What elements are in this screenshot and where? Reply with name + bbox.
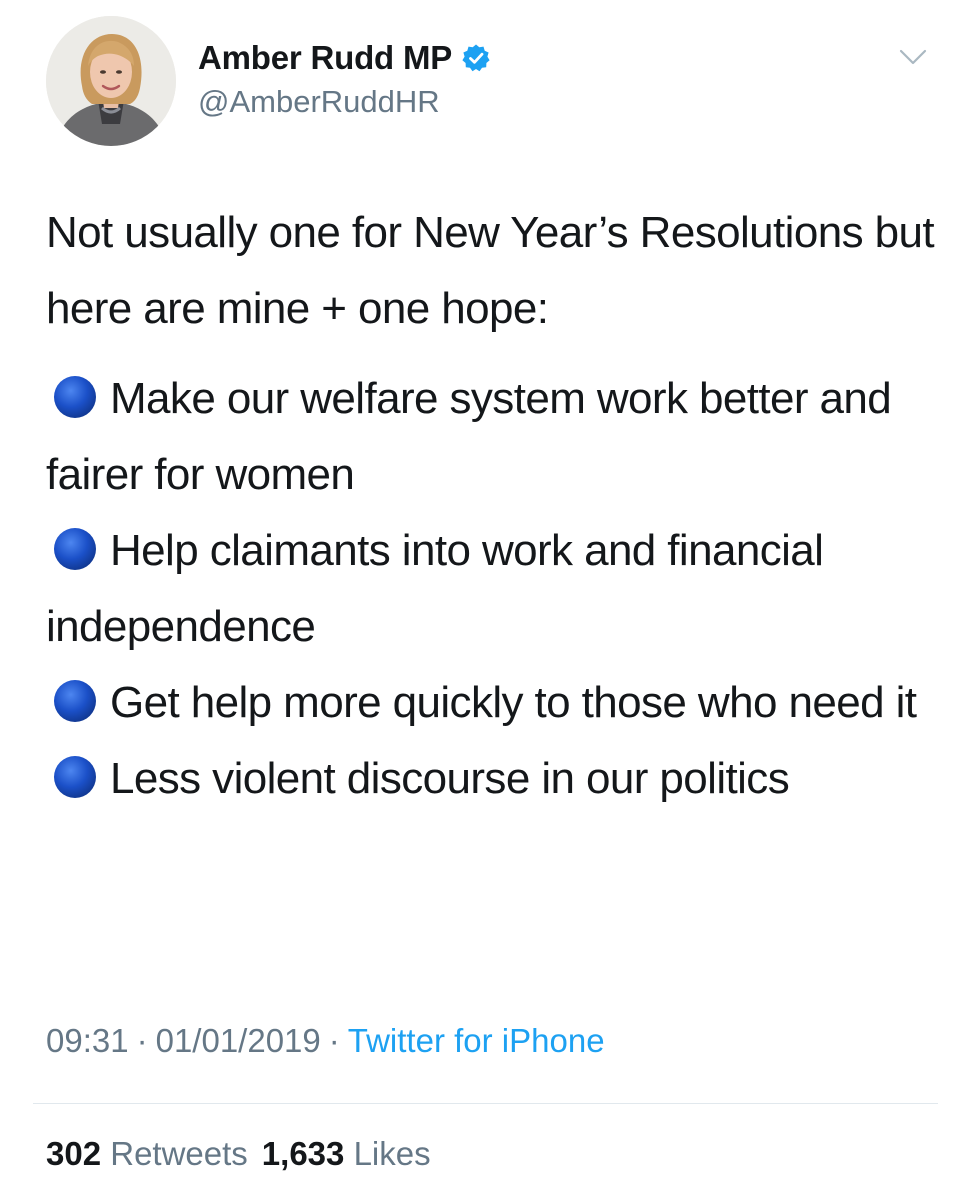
retweets-label: Retweets [110,1135,248,1172]
resolution-text: Make our welfare system work better and … [46,374,892,499]
resolution-item: Less violent discourse in our politics [46,741,936,817]
display-name-row: Amber Rudd MP [198,36,491,80]
profile-photo-icon [46,16,176,146]
meta-separator: · [328,1022,340,1059]
likes-stat[interactable]: 1,633 Likes [262,1135,431,1172]
blue-circle-emoji-icon [46,527,104,571]
tweet-stats: 302 Retweets 1,633 Likes [46,1135,431,1173]
resolution-item: Get help more quickly to those who need … [46,665,936,741]
resolution-text: Help claimants into work and financial i… [46,526,824,651]
tweet-time[interactable]: 09:31 [46,1022,129,1059]
avatar[interactable] [46,16,176,146]
author-handle[interactable]: @AmberRuddHR [198,84,491,120]
tweet-intro: Not usually one for New Year’s Resolutio… [46,208,935,333]
verified-badge-icon [461,43,491,73]
blue-circle-emoji-icon [46,375,104,419]
resolution-text: Get help more quickly to those who need … [110,678,917,727]
resolution-item: Make our welfare system work better and … [46,361,936,513]
blue-circle-emoji-icon [46,755,104,799]
tweet: Amber Rudd MP @AmberRuddHR Not usually o… [0,0,971,1200]
chevron-down-icon[interactable] [898,46,928,68]
retweets-stat[interactable]: 302 Retweets [46,1135,248,1172]
author-names: Amber Rudd MP @AmberRuddHR [198,36,491,120]
tweet-header: Amber Rudd MP @AmberRuddHR [46,16,936,146]
display-name[interactable]: Amber Rudd MP [198,39,452,77]
retweets-count: 302 [46,1135,102,1172]
resolution-text: Less violent discourse in our politics [110,754,790,803]
tweet-meta: 09:31 · 01/01/2019 · Twitter for iPhone [46,1022,605,1060]
likes-count: 1,633 [261,1135,345,1172]
resolution-item: Help claimants into work and financial i… [46,513,936,665]
blue-circle-emoji-icon [46,679,104,723]
tweet-date[interactable]: 01/01/2019 [156,1022,321,1059]
likes-label: Likes [353,1135,431,1172]
divider [33,1103,938,1104]
tweet-text: Not usually one for New Year’s Resolutio… [46,195,936,817]
tweet-source-link[interactable]: Twitter for iPhone [348,1022,605,1059]
meta-separator: · [136,1022,148,1059]
